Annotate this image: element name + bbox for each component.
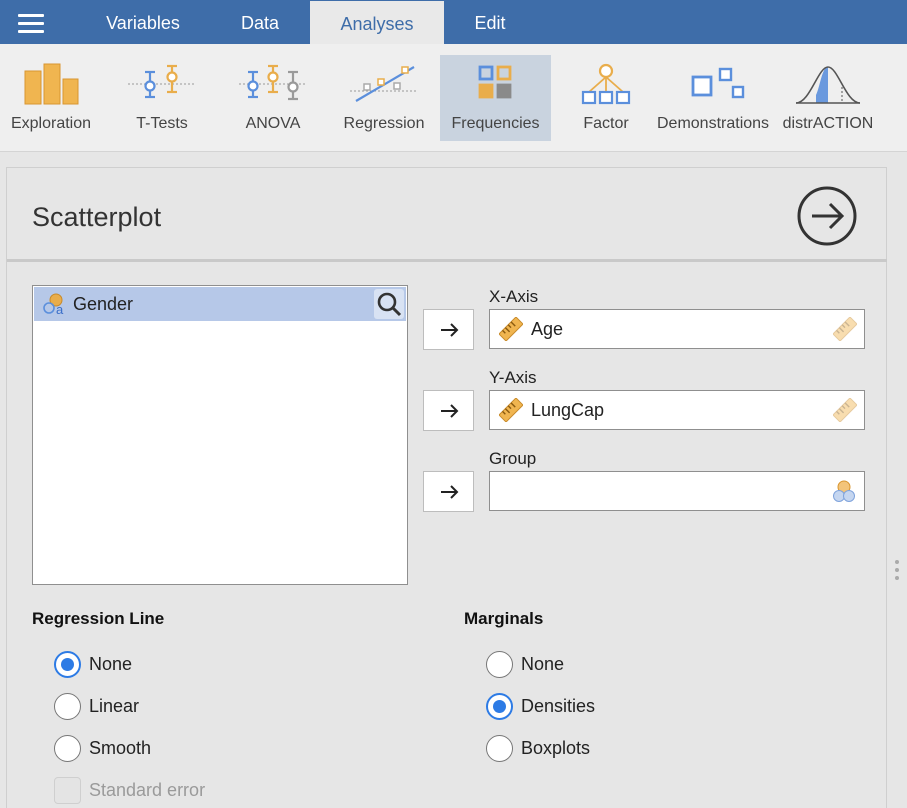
ribbon-t-tests-label: T-Tests: [136, 115, 188, 132]
radio-label: None: [521, 654, 565, 674]
move-to-group-button[interactable]: [423, 471, 474, 512]
ribbon-exploration-button[interactable]: Exploration: [8, 55, 94, 141]
x-axis-field[interactable]: Age: [489, 309, 865, 349]
hamburger-menu-icon[interactable]: [18, 14, 44, 33]
ribbon-distraction-button[interactable]: distrACTION: [783, 55, 873, 141]
top-menu-bar: Variables Data Analyses Edit: [0, 0, 907, 44]
radio-circle: [486, 735, 513, 762]
radio-circle: [54, 651, 81, 678]
search-icon: [377, 292, 402, 317]
anova-icon: [229, 63, 317, 105]
ribbon-exploration-label: Exploration: [10, 115, 92, 132]
header-divider: [7, 259, 887, 262]
group-label: Group: [489, 449, 537, 468]
move-to-x-axis-button[interactable]: [423, 309, 474, 350]
x-axis-label: X-Axis: [489, 287, 539, 306]
ribbon-distraction-label: distrACTION: [782, 115, 874, 132]
marginals-heading: Marginals: [464, 609, 544, 628]
variable-list[interactable]: a Gender: [32, 285, 408, 585]
ribbon-t-tests-button[interactable]: T-Tests: [118, 55, 206, 141]
factor-tree-icon: [566, 63, 646, 105]
regression-line-heading: Regression Line: [32, 609, 165, 628]
ribbon-demonstrations-label: Demonstrations: [657, 115, 770, 132]
radio-label: Boxplots: [521, 738, 591, 758]
search-variables-button[interactable]: [374, 289, 404, 319]
frequencies-icon: [440, 63, 551, 105]
ribbon-frequencies-button[interactable]: Frequencies: [440, 55, 551, 141]
analysis-ribbon: Exploration T-Tests ANOVA Regression Fre…: [0, 44, 907, 152]
radio-circle: [54, 693, 81, 720]
t-tests-icon: [118, 63, 206, 105]
demonstrations-icon: [663, 63, 773, 105]
svg-text:a: a: [56, 302, 64, 316]
panel-title: Scatterplot: [32, 202, 162, 232]
run-analysis-button[interactable]: [796, 185, 858, 247]
ribbon-regression-label: Regression: [343, 115, 425, 132]
arrow-right-icon: [441, 404, 459, 418]
arrow-right-icon: [441, 485, 459, 499]
ribbon-demonstrations-button[interactable]: Demonstrations: [657, 55, 773, 141]
ribbon-factor-label: Factor: [583, 115, 629, 132]
nominal-variable-icon: a: [42, 292, 68, 321]
tab-edit[interactable]: Edit: [448, 0, 532, 44]
y-axis-field[interactable]: LungCap: [489, 390, 865, 430]
arrow-right-circle-icon: [797, 186, 857, 246]
radio-circle: [486, 651, 513, 678]
tab-analyses[interactable]: Analyses: [310, 1, 444, 44]
checkbox-label: Standard error: [89, 780, 206, 800]
tab-data[interactable]: Data: [212, 0, 308, 44]
ribbon-factor-button[interactable]: Factor: [566, 55, 646, 141]
radio-circle: [486, 693, 513, 720]
ribbon-frequencies-label: Frequencies: [451, 115, 540, 132]
continuous-type-icon: [832, 316, 858, 346]
group-field[interactable]: [489, 471, 865, 511]
scatterplot-options-panel: Scatterplot a Gender X-Axis Age Y-Axis L…: [6, 167, 887, 808]
regression-icon: [340, 63, 428, 105]
x-axis-value: Age: [531, 319, 564, 339]
radio-label: Densities: [521, 696, 596, 716]
tab-variables[interactable]: Variables: [78, 0, 208, 44]
move-to-y-axis-button[interactable]: [423, 390, 474, 431]
panel-resize-handle[interactable]: [895, 560, 901, 584]
list-item-gender[interactable]: a Gender: [34, 287, 406, 321]
radio-label: None: [89, 654, 133, 674]
exploration-bars-icon: [8, 63, 94, 105]
ribbon-anova-label: ANOVA: [245, 115, 301, 132]
arrow-right-icon: [441, 323, 459, 337]
continuous-type-icon: [832, 397, 858, 427]
radio-label: Linear: [89, 696, 140, 716]
ribbon-anova-button[interactable]: ANOVA: [229, 55, 317, 141]
y-axis-value: LungCap: [531, 400, 605, 420]
y-axis-label: Y-Axis: [489, 368, 537, 387]
variable-name: Gender: [73, 294, 134, 314]
ribbon-regression-button[interactable]: Regression: [340, 55, 428, 141]
radio-circle: [54, 735, 81, 762]
continuous-ruler-icon: [498, 397, 524, 427]
checkbox-box: [54, 777, 81, 804]
nominal-type-icon: [831, 479, 857, 508]
distribution-curve-icon: [784, 63, 872, 105]
radio-label: Smooth: [89, 738, 152, 758]
continuous-ruler-icon: [498, 316, 524, 346]
